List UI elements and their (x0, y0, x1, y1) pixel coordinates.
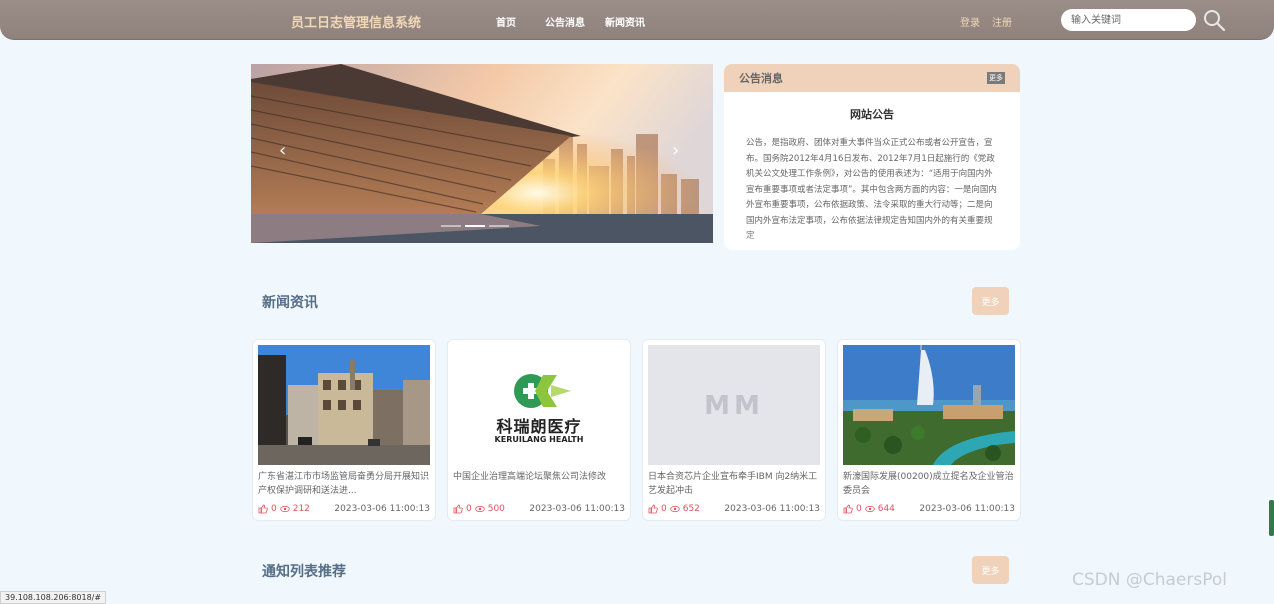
register-link[interactable]: 注册 (992, 14, 1012, 29)
banner-indicators (441, 225, 509, 227)
notice-heading: 公告消息 (739, 72, 783, 85)
eye-icon (280, 505, 290, 513)
search-input[interactable] (1061, 9, 1196, 31)
news-section-title: 新闻资讯 (262, 295, 318, 311)
banner-dot[interactable] (441, 225, 461, 227)
eye-icon (865, 505, 875, 513)
thumbs-up-icon[interactable] (258, 504, 268, 514)
news-card-title[interactable]: 日本合资芯片企业宣布牵手IBM 向2纳米工艺发起冲击 (648, 470, 822, 498)
top-navbar: 员工日志管理信息系统 首页 公告消息 新闻资讯 登录 注册 (0, 0, 1274, 40)
thumbs-up-icon[interactable] (843, 504, 853, 514)
news-image-building (258, 345, 430, 465)
news-card-date: 2023-03-06 11:00:13 (334, 504, 430, 514)
recommend-section-title: 通知列表推荐 (262, 564, 346, 580)
like-count: 0 (466, 504, 472, 514)
thumbs-up-icon[interactable] (453, 504, 463, 514)
news-card[interactable]: 广东省湛江市市场监管局奋勇分局开展知识产权保护调研和送法进... 0 212 2… (252, 339, 436, 521)
news-card-title[interactable]: 广东省湛江市市场监管局奋勇分局开展知识产权保护调研和送法进... (258, 470, 432, 498)
notice-fade (746, 232, 998, 250)
news-image-resort (843, 345, 1015, 465)
like-count: 0 (856, 504, 862, 514)
news-card-meta: 0 212 2023-03-06 11:00:13 (258, 504, 434, 514)
news-card[interactable]: 新濠国际发展(00200)成立提名及企业管治委员会 0 644 2023-03-… (837, 339, 1021, 521)
banner-prev-button[interactable]: ‹ (279, 142, 286, 160)
logo-text-cn: 科瑞朗医疗 (496, 417, 582, 436)
placeholder-text: MM (704, 391, 764, 421)
watermark: CSDN @ChaersPol (1072, 570, 1228, 590)
status-url: 39.108.108.206:8018/# (0, 591, 107, 604)
thumbs-up-icon[interactable] (648, 504, 658, 514)
like-count: 0 (661, 504, 667, 514)
notice-header: 公告消息 更多 (724, 64, 1020, 92)
eye-icon (475, 505, 485, 513)
notice-body: 公告，是指政府、团体对重大事件当众正式公布或者公开宣告，宣布。国务院2012年4… (746, 136, 998, 250)
news-card-meta: 0 652 2023-03-06 11:00:13 (648, 504, 824, 514)
scrollbar-thumb[interactable] (1269, 500, 1274, 536)
news-card-meta: 0 500 2023-03-06 11:00:13 (453, 504, 629, 514)
news-card-title[interactable]: 中国企业治理高端论坛聚焦公司法修改 (453, 470, 627, 498)
news-image-placeholder: MM (648, 345, 820, 465)
nav-news[interactable]: 新闻资讯 (605, 14, 645, 29)
news-image-logo: 科瑞朗医疗 KERUILANG HEALTH (453, 345, 625, 465)
news-card-date: 2023-03-06 11:00:13 (919, 504, 1015, 514)
login-link[interactable]: 登录 (960, 14, 980, 29)
news-card[interactable]: 科瑞朗医疗 KERUILANG HEALTH 中国企业治理高端论坛聚焦公司法修改… (447, 339, 631, 521)
eye-icon (670, 505, 680, 513)
notice-panel: 公告消息 更多 网站公告 公告，是指政府、团体对重大事件当众正式公布或者公开宣告… (724, 64, 1020, 250)
news-more-button[interactable]: 更多 (972, 287, 1009, 315)
recommend-more-button[interactable]: 更多 (972, 556, 1009, 584)
banner-dot-active[interactable] (465, 225, 485, 227)
notice-body-text: 公告，是指政府、团体对重大事件当众正式公布或者公开宣告，宣布。国务院2012年4… (746, 138, 997, 241)
like-count: 0 (271, 504, 277, 514)
banner-carousel[interactable]: ‹ › (251, 64, 713, 243)
view-count: 500 (487, 504, 505, 514)
banner-next-button[interactable]: › (672, 142, 679, 160)
search-icon[interactable] (1202, 8, 1226, 32)
banner-dot[interactable] (489, 225, 509, 227)
notice-title[interactable]: 网站公告 (724, 106, 1020, 122)
notice-more-button[interactable]: 更多 (987, 72, 1005, 84)
view-count: 652 (682, 504, 700, 514)
site-brand[interactable]: 员工日志管理信息系统 (291, 12, 421, 31)
news-card-date: 2023-03-06 11:00:13 (529, 504, 625, 514)
news-card[interactable]: MM 日本合资芯片企业宣布牵手IBM 向2纳米工艺发起冲击 0 652 2023… (642, 339, 826, 521)
news-card-date: 2023-03-06 11:00:13 (724, 504, 820, 514)
nav-notices[interactable]: 公告消息 (545, 14, 585, 29)
banner-image (251, 64, 713, 243)
news-card-meta: 0 644 2023-03-06 11:00:13 (843, 504, 1019, 514)
logo-text-en: KERUILANG HEALTH (494, 435, 584, 444)
news-card-title[interactable]: 新濠国际发展(00200)成立提名及企业管治委员会 (843, 470, 1017, 498)
nav-home[interactable]: 首页 (496, 14, 516, 29)
view-count: 644 (877, 504, 895, 514)
view-count: 212 (292, 504, 310, 514)
